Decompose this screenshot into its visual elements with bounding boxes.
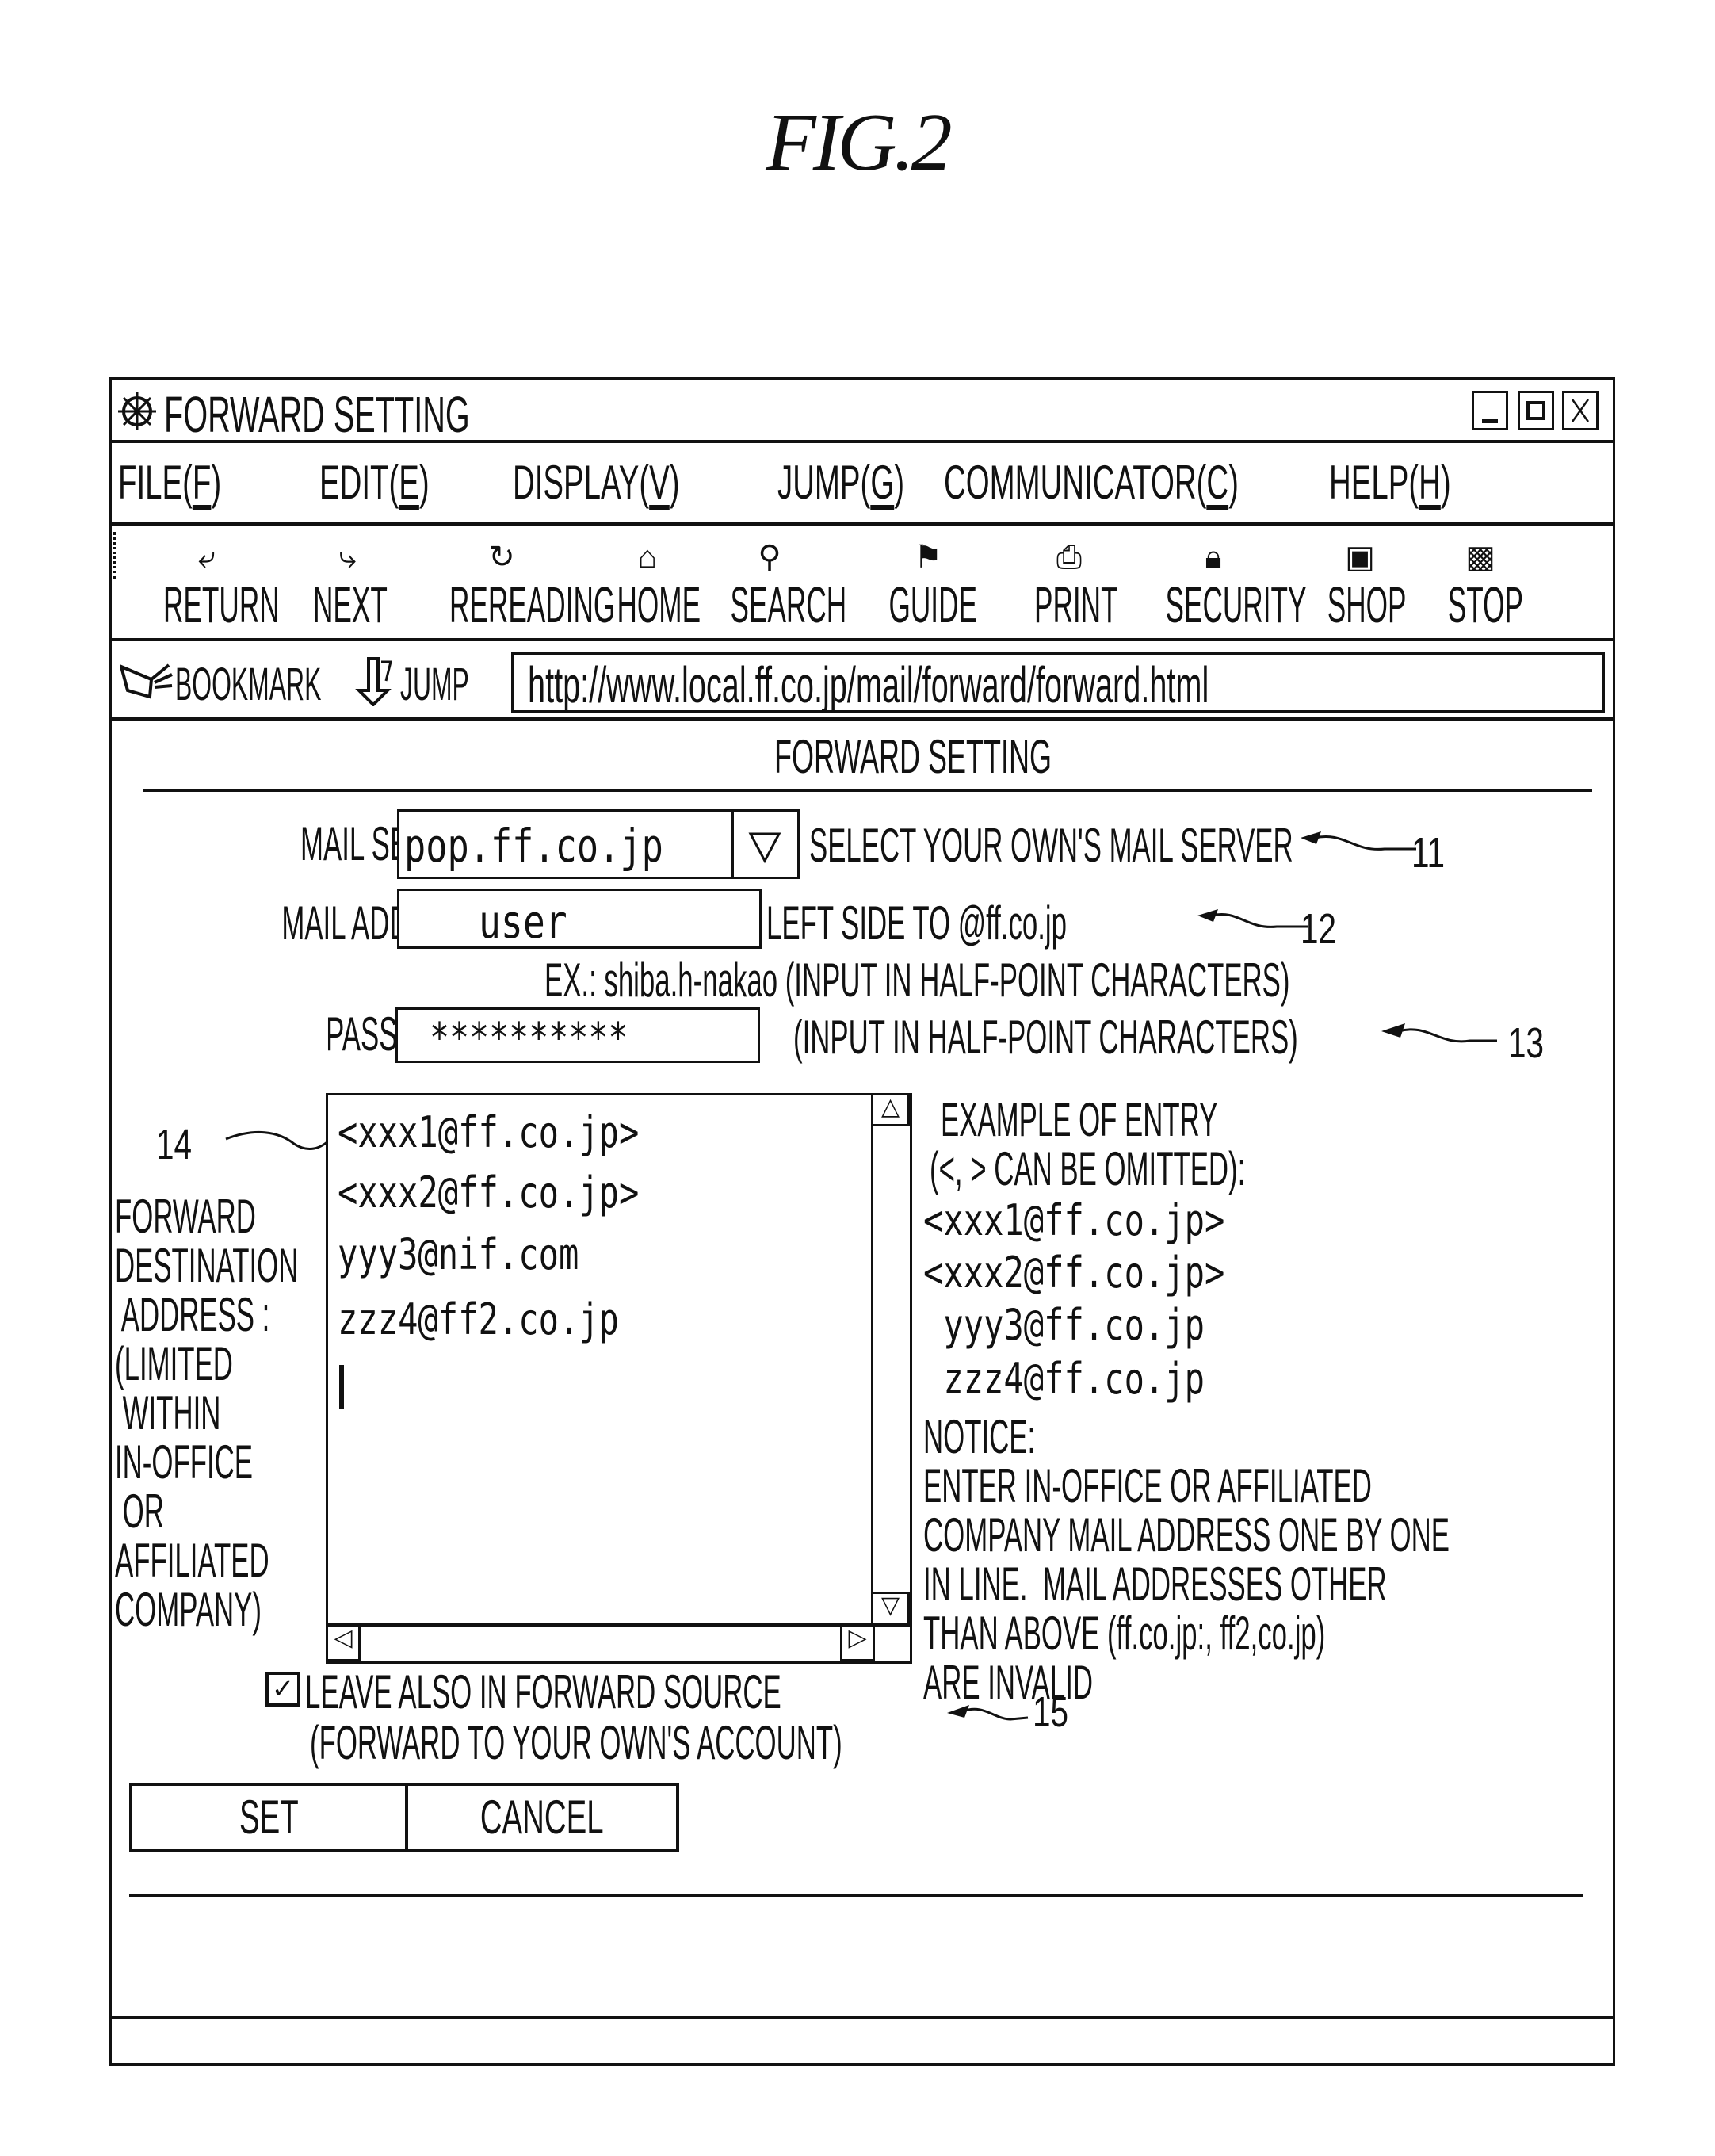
mail-server-hint: SELECT YOUR OWN'S MAIL SERVER <box>809 819 1293 872</box>
toolbar-grip[interactable] <box>113 532 120 579</box>
triangle-down-icon: ▽ <box>880 1592 900 1619</box>
toolbar-stop[interactable]: ▩ STOP <box>1421 535 1540 630</box>
callout-12-arrow <box>1197 909 1308 928</box>
browser-window: FORWARD SETTING FILE(F) EDIT(E) DISPLAY(… <box>109 377 1615 2066</box>
callout-13: 13 <box>1508 1019 1545 1067</box>
toolbar-home[interactable]: ⌂ HOME <box>592 535 703 630</box>
toolbar-return[interactable]: ⤶ RETURN <box>128 535 286 630</box>
window-title: FORWARD SETTING <box>164 386 470 443</box>
print-icon: ⎙ <box>1056 540 1082 575</box>
triangle-left-icon: ◁ <box>334 1625 353 1651</box>
scroll-up-button[interactable]: △ <box>871 1093 910 1126</box>
menu-edit[interactable]: EDIT(E) <box>319 459 430 507</box>
menu-communicator[interactable]: COMMUNICATOR(C) <box>944 459 1239 507</box>
toolbar-shop[interactable]: ▣ SHOP <box>1301 535 1419 630</box>
leave-in-source-label: LEAVE ALSO IN FORWARD SOURCE <box>305 1665 781 1718</box>
close-icon <box>1571 399 1590 422</box>
menu-help[interactable]: HELP(H) <box>1329 459 1451 507</box>
callout-15: 15 <box>1033 1688 1069 1736</box>
leave-in-source-sublabel: (FORWARD TO YOUR OWN'S ACCOUNT) <box>310 1716 842 1769</box>
forward-arrow-icon: ⤷ <box>338 540 357 575</box>
mail-address-input[interactable]: user <box>397 889 762 949</box>
password-hint: (INPUT IN HALF-POINT CHARACTERS) <box>793 1011 1298 1064</box>
guide-icon: ⚑ <box>914 540 942 575</box>
title-bar: FORWARD SETTING <box>112 380 1613 443</box>
toolbar-next[interactable]: ⤷ NEXT <box>285 535 411 630</box>
stop-icon: ▩ <box>1465 540 1495 575</box>
password-input[interactable]: ********** <box>395 1007 760 1063</box>
vertical-scrollbar[interactable]: △ ▽ <box>871 1093 910 1627</box>
mail-address-value: user <box>479 895 567 949</box>
home-icon: ⌂ <box>637 540 658 575</box>
mail-address-example: EX.: shiba.h-nakao (INPUT IN HALF-POINT … <box>544 954 1290 1007</box>
toolbar-rereading[interactable]: ↻ REREADING <box>407 535 615 630</box>
menu-display[interactable]: DISPLAY(V) <box>513 459 680 507</box>
bottom-divider <box>129 1894 1583 1897</box>
minimize-icon <box>1482 419 1498 423</box>
url-input[interactable]: http://www.local.ff.co.jp/mail/forward/f… <box>511 652 1605 713</box>
menu-file[interactable]: FILE(F) <box>118 459 221 507</box>
back-arrow-icon: ⤶ <box>197 540 216 575</box>
menu-jump[interactable]: JUMP(G) <box>777 459 904 507</box>
lock-icon: 🔒︎ <box>1205 540 1222 575</box>
callout-13-arrow <box>1381 1023 1497 1043</box>
figure-label: FIG.2 <box>766 97 952 188</box>
callout-12: 12 <box>1301 905 1337 953</box>
minimize-button[interactable] <box>1472 391 1508 430</box>
maximize-icon <box>1526 401 1545 420</box>
reload-icon: ↻ <box>488 540 515 575</box>
callout-15-arrow <box>947 1705 1029 1721</box>
scroll-left-button[interactable]: ◁ <box>326 1624 361 1661</box>
text-cursor <box>339 1365 344 1409</box>
toolbar-guide[interactable]: ⚑ GUIDE <box>857 535 999 630</box>
toolbar-search[interactable]: ⚲ SEARCH <box>698 535 847 630</box>
chevron-down-icon <box>748 832 781 864</box>
page-heading: FORWARD SETTING <box>774 730 1052 783</box>
scroll-right-button[interactable]: ▷ <box>840 1624 875 1661</box>
callout-14-leader <box>225 1130 332 1151</box>
set-button[interactable]: SET <box>129 1783 408 1852</box>
notice-heading: NOTICE: <box>923 1410 1036 1463</box>
page-content: FORWARD SETTING MAIL SERVER: pop.ff.co.j… <box>112 721 1613 2016</box>
mail-server-select[interactable]: pop.ff.co.jp <box>397 809 800 879</box>
scroll-down-button[interactable]: ▽ <box>871 1592 910 1627</box>
mail-server-dropdown-button[interactable] <box>731 812 797 877</box>
checkmark-icon: ✓ <box>271 1674 295 1704</box>
forward-destination-textarea[interactable]: <xxx1@ff.co.jp> <xxx2@ff.co.jp> yyy3@nif… <box>326 1093 912 1664</box>
toolbar: ⤶ RETURN ⤷ NEXT ↻ REREADING ⌂ HOME ⚲ SEARCH ⚑… <box>112 526 1613 641</box>
leave-in-source-checkbox[interactable]: ✓ <box>265 1672 300 1707</box>
toolbar-print[interactable]: ⎙ PRINT <box>1006 535 1133 630</box>
menu-bar: FILE(F) EDIT(E) DISPLAY(V) JUMP(G) COMMU… <box>112 443 1613 526</box>
bookmark-icon <box>120 663 173 699</box>
jump-arrow-icon <box>355 657 392 706</box>
callout-11: 11 <box>1411 829 1446 877</box>
maximize-button[interactable] <box>1518 391 1554 430</box>
close-button[interactable] <box>1562 391 1599 430</box>
horizontal-scrollbar[interactable]: ◁ ▷ <box>326 1623 910 1661</box>
status-bar <box>112 2016 1613 2063</box>
location-bar: BOOKMARK JUMP http://www.local.ff.co.jp/… <box>112 641 1613 721</box>
heading-divider <box>143 789 1592 792</box>
ships-wheel-icon <box>118 392 156 430</box>
cancel-button[interactable]: CANCEL <box>405 1783 679 1852</box>
callout-14: 14 <box>156 1121 193 1168</box>
search-icon: ⚲ <box>758 540 781 575</box>
triangle-up-icon: △ <box>880 1094 900 1120</box>
mail-address-hint: LEFT SIDE TO @ff.co.jp <box>766 896 1067 950</box>
callout-11-arrow <box>1301 831 1416 851</box>
mail-server-value: pop.ff.co.jp <box>404 819 663 873</box>
toolbar-security[interactable]: 🔒︎ SECURITY <box>1126 535 1307 630</box>
triangle-right-icon: ▷ <box>848 1625 867 1651</box>
password-value: ********** <box>430 1015 628 1062</box>
shop-icon: ▣ <box>1345 540 1375 575</box>
